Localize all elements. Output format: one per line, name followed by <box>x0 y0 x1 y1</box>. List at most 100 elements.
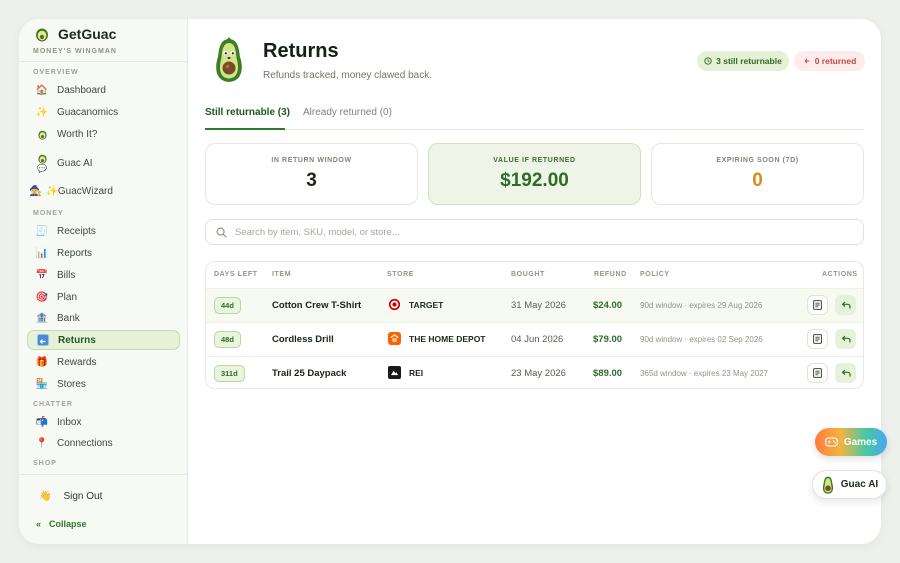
sidebar-item-label: Reports <box>57 247 93 259</box>
policy-text: 90d window · expires 02 Sep 2026 <box>640 335 763 344</box>
policy-text: 365d window · expires 23 May 2027 <box>640 369 769 378</box>
sidebar-item-connections[interactable]: 📍 Connections <box>27 433 180 453</box>
search-bar <box>205 219 864 245</box>
mark-returned-button[interactable] <box>835 329 856 349</box>
returnable-count-badge[interactable]: 3 still returnable <box>697 51 789 71</box>
brand-tagline: MONEY'S WINGMAN <box>33 48 117 55</box>
section-shop: SHOP <box>33 460 57 467</box>
app-window: GetGuac MONEY'S WINGMAN OVERVIEW 🏠 Dashb… <box>19 19 881 544</box>
days-left-badge: 48d <box>214 331 241 348</box>
table-row[interactable]: 311d Trail 25 Daypack REI 23 May 2026 $8… <box>206 356 863 388</box>
sidebar-item-plan[interactable]: 🎯 Plan <box>27 287 180 307</box>
games-label: Games <box>843 436 878 448</box>
sidebar-item-label: Stores <box>57 378 86 390</box>
days-left-badge: 44d <box>214 297 241 314</box>
undo-icon <box>804 58 810 64</box>
calendar-icon: 📅 <box>35 269 49 281</box>
returned-count-label: 0 returned <box>814 56 857 66</box>
sidebar-item-bills[interactable]: 📅 Bills <box>27 265 180 285</box>
bank-icon: 🏦 <box>35 312 49 324</box>
receipt-icon: 🧾 <box>35 225 49 237</box>
stat-label: EXPIRING SOON (7D) <box>716 157 799 164</box>
games-button[interactable]: Games <box>815 428 887 456</box>
sidebar-item-reports[interactable]: 📊 Reports <box>27 243 180 263</box>
view-receipt-button[interactable] <box>807 363 828 383</box>
item-name: Cordless Drill <box>272 334 334 345</box>
table-row[interactable]: 48d Cordless Drill THE HOME DEPOT 04 Jun… <box>206 322 863 356</box>
column-header-actions: ACTIONS <box>822 271 858 278</box>
guac-ai-button[interactable]: Guac AI <box>812 470 887 499</box>
sidebar-item-label: Connections <box>57 437 113 449</box>
sidebar-item-guacwizard[interactable]: 🧙 ✨GuacWizard <box>29 186 113 197</box>
sidebar-item-label: Returns <box>58 334 96 346</box>
view-receipt-button[interactable] <box>807 329 828 349</box>
store-cell: TARGET <box>388 298 443 311</box>
brand[interactable]: GetGuac <box>34 26 116 42</box>
document-icon <box>813 368 822 378</box>
sign-out-label: Sign Out <box>63 491 103 502</box>
sidebar-item-label: Rewards <box>57 356 97 368</box>
sidebar-item-label: Plan <box>57 291 78 303</box>
clock-icon <box>704 57 712 65</box>
target-logo-icon <box>388 298 401 311</box>
store-name: TARGET <box>409 299 444 310</box>
sidebar-item-label: Bank <box>57 312 80 324</box>
stat-value: 3 <box>306 170 317 191</box>
sidebar-item-stores[interactable]: 🏪 Stores <box>27 374 180 394</box>
sidebar-item-label: Worth It? <box>57 128 98 140</box>
collapse-button[interactable]: « Collapse <box>36 519 87 529</box>
sidebar-item-receipts[interactable]: 🧾 Receipts <box>27 221 180 241</box>
table-row[interactable]: 44d Cotton Crew T-Shirt TARGET 31 May 20… <box>206 288 863 322</box>
tabs-divider <box>205 129 864 130</box>
avocado-chat-icon: 💬 <box>35 150 49 176</box>
undo-icon <box>841 301 851 308</box>
column-header-store[interactable]: STORE <box>387 271 414 278</box>
store-cell: REI <box>388 366 423 379</box>
undo-icon <box>841 369 851 376</box>
returns-table: DAYS LEFT ITEM STORE BOUGHT REFUND POLIC… <box>205 261 864 389</box>
returned-count-badge[interactable]: 0 returned <box>794 51 865 71</box>
section-overview: OVERVIEW <box>33 69 79 76</box>
tab-already-returned[interactable]: Already returned (0) <box>303 107 392 118</box>
sidebar-item-dashboard[interactable]: 🏠 Dashboard <box>27 80 180 100</box>
sidebar-item-label: Guac AI <box>57 157 93 169</box>
column-header-days-left[interactable]: DAYS LEFT <box>214 271 258 278</box>
days-left-badge: 311d <box>214 365 245 382</box>
bar-chart-icon: 📊 <box>35 247 49 259</box>
document-icon <box>813 300 822 310</box>
store-name: THE HOME DEPOT <box>409 333 486 344</box>
mark-returned-button[interactable] <box>835 363 856 383</box>
sidebar-item-label: Receipts <box>57 225 96 237</box>
gift-icon: 🎁 <box>35 356 49 368</box>
sidebar-item-rewards[interactable]: 🎁 Rewards <box>27 352 180 372</box>
avocado-icon <box>35 127 49 141</box>
avocado-icon <box>822 476 833 494</box>
sign-out-button[interactable]: 👋 Sign Out <box>39 491 102 502</box>
tab-still-returnable[interactable]: Still returnable (3) <box>205 107 290 118</box>
search-icon <box>216 227 227 238</box>
column-header-refund[interactable]: REFUND <box>594 271 627 278</box>
rei-logo-icon <box>388 366 401 379</box>
target-icon: 🎯 <box>35 291 49 303</box>
refund-amount: $79.00 <box>593 334 623 345</box>
bought-date: 04 Jun 2026 <box>511 334 564 345</box>
sidebar-item-guac-ai[interactable]: 💬 Guac AI <box>27 147 180 179</box>
view-receipt-button[interactable] <box>807 295 828 315</box>
gamepad-icon <box>824 437 838 447</box>
document-icon <box>813 334 822 344</box>
column-header-item[interactable]: ITEM <box>272 271 291 278</box>
sidebar-item-label: Dashboard <box>57 84 106 96</box>
sidebar-item-bank[interactable]: 🏦 Bank <box>27 308 180 328</box>
sidebar-item-guacanomics[interactable]: ✨ Guacanomics <box>27 102 180 122</box>
section-chatter: CHATTER <box>33 401 73 408</box>
mark-returned-button[interactable] <box>835 295 856 315</box>
column-header-policy[interactable]: POLICY <box>640 271 670 278</box>
avocado-logo-icon <box>36 28 48 42</box>
item-name: Cotton Crew T-Shirt <box>272 300 362 311</box>
sidebar-item-worth-it[interactable]: Worth It? <box>27 124 180 144</box>
stat-card-expiring-soon: EXPIRING SOON (7D) 0 <box>651 143 864 205</box>
sidebar-item-returns[interactable]: Returns <box>27 330 180 350</box>
sidebar-item-inbox[interactable]: 📬 Inbox <box>27 412 180 432</box>
column-header-bought[interactable]: BOUGHT <box>511 271 545 278</box>
search-input[interactable] <box>235 226 795 238</box>
